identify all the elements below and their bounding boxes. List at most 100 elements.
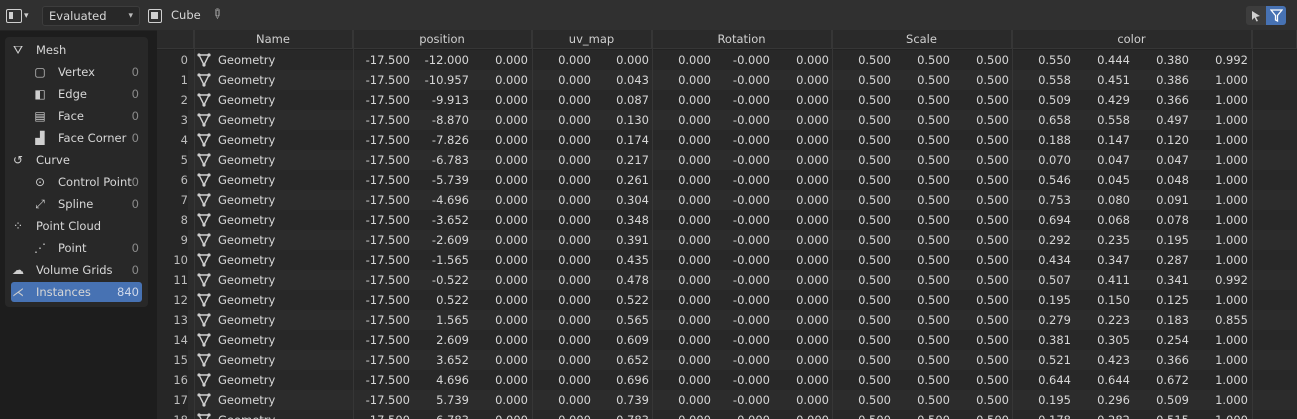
- column-divider[interactable]: [194, 30, 195, 419]
- column-header[interactable]: Rotation: [652, 30, 832, 49]
- table-cell: -1.565: [431, 253, 469, 267]
- spreadsheet-table: Name position uv_map Rotation Scale color 0 Geo…: [157, 30, 1297, 419]
- table-row: 4 Geometry -17.500 -7.826 0.000 0.000 0.174 0.0…: [157, 130, 1297, 150]
- table-cell: 0.000: [495, 333, 528, 347]
- table-cell: -17.500: [365, 373, 410, 387]
- table-cell: -17.500: [365, 293, 410, 307]
- table-cell: 0.000: [796, 393, 829, 407]
- table-cell: 0.500: [858, 73, 891, 87]
- row-index: 15: [157, 350, 188, 370]
- table-cell: 0.304: [616, 193, 649, 207]
- table-cell: 0.381: [1038, 333, 1071, 347]
- table-cell: 0.000: [796, 253, 829, 267]
- table-cell: 0.783: [589, 410, 649, 419]
- row-index: 18: [157, 410, 188, 419]
- table-cell: 0.000: [558, 193, 591, 207]
- column-header[interactable]: color: [1012, 30, 1252, 49]
- table-cell: 0.500: [976, 173, 1009, 187]
- column-header[interactable]: uv_map: [532, 30, 652, 49]
- sidebar-item-vertex[interactable]: ▢ Vertex 0: [5, 62, 148, 82]
- table-row: 2 Geometry -17.500 -9.913 0.000 0.000 0.087 0.0…: [157, 90, 1297, 110]
- table-cell: 0.000: [558, 393, 591, 407]
- table-cell: -17.500: [365, 353, 410, 367]
- table-cell: 0.672: [1156, 373, 1189, 387]
- table-cell: 0.451: [1097, 73, 1130, 87]
- table-cell: -0.000: [732, 393, 770, 407]
- row-index: 10: [157, 250, 188, 270]
- table-cell: 0.500: [917, 293, 950, 307]
- sidebar-item-point-cloud[interactable]: ⁘ Point Cloud: [5, 216, 148, 236]
- table-cell: 0.000: [678, 293, 711, 307]
- table-row: 13 Geometry -17.500 1.565 0.000 0.000 0.565 0.0…: [157, 310, 1297, 330]
- table-cell: 0.739: [616, 393, 649, 407]
- filter-toggle[interactable]: [1266, 6, 1286, 25]
- table-cell: 0.047: [1097, 153, 1130, 167]
- table-cell: 0.000: [495, 213, 528, 227]
- table-cell: 1.000: [1215, 353, 1248, 367]
- table-row: 6 Geometry -17.500 -5.739 0.000 0.000 0.261 0.0…: [157, 170, 1297, 190]
- table-cell: 0.000: [796, 193, 829, 207]
- table-cell: 0.423: [1097, 353, 1130, 367]
- sidebar-item-control-point[interactable]: ⊙ Control Point 0: [5, 172, 148, 192]
- table-cell: 0.217: [616, 153, 649, 167]
- column-header[interactable]: Name: [194, 30, 353, 49]
- table-cell: 0.500: [858, 93, 891, 107]
- table-cell: -17.500: [365, 113, 410, 127]
- column-header[interactable]: position: [353, 30, 532, 49]
- table-cell: 0.000: [495, 293, 528, 307]
- instance-name: Geometry: [218, 273, 276, 287]
- table-cell: 0.000: [558, 113, 591, 127]
- instance-name: Geometry: [218, 153, 276, 167]
- sidebar-item-mesh[interactable]: ⛛ Mesh: [5, 40, 148, 60]
- column-divider[interactable]: [1252, 30, 1253, 419]
- table-cell: 0.855: [1215, 313, 1248, 327]
- table-cell: 0.045: [1097, 173, 1130, 187]
- column-divider[interactable]: [1012, 30, 1013, 419]
- sidebar-item-volume-grids[interactable]: ☁ Volume Grids 0: [5, 260, 148, 280]
- sidebar-item-instances[interactable]: ⋌ Instances 840: [11, 282, 142, 302]
- table-cell: 0.188: [1038, 133, 1071, 147]
- table-cell: 0.652: [616, 353, 649, 367]
- evaluation-mode-dropdown[interactable]: Evaluated ▾: [42, 6, 140, 26]
- table-cell: 0.000: [678, 213, 711, 227]
- table-cell: 0.500: [858, 53, 891, 67]
- geometry-nodes-icon: [197, 173, 211, 187]
- table-cell: 0.000: [558, 173, 591, 187]
- vertex-icon: ▢: [34, 65, 46, 79]
- table-cell: -17.500: [365, 73, 410, 87]
- table-cell: 0.429: [1097, 93, 1130, 107]
- sidebar-item-spline[interactable]: ⤢ Spline 0: [5, 194, 148, 214]
- table-cell: 0.500: [976, 153, 1009, 167]
- table-cell: 0.000: [558, 373, 591, 387]
- column-divider[interactable]: [832, 30, 833, 419]
- sidebar-item-point[interactable]: ⋰ Point 0: [5, 238, 148, 258]
- sidebar-item-curve[interactable]: ↺ Curve: [5, 150, 148, 170]
- table-cell: 0.500: [917, 133, 950, 147]
- sidebar-item-edge[interactable]: ◧ Edge 0: [5, 84, 148, 104]
- table-cell: 0.195: [1038, 393, 1071, 407]
- column-divider[interactable]: [652, 30, 653, 419]
- selected-only-toggle[interactable]: [1246, 6, 1266, 25]
- column-divider[interactable]: [353, 30, 354, 419]
- table-cell: 0.000: [796, 273, 829, 287]
- sidebar-item-face-corner[interactable]: ▟ Face Corner 0: [5, 128, 148, 148]
- table-cell: 0.000: [796, 213, 829, 227]
- pin-icon[interactable]: ✎: [207, 5, 225, 23]
- column-divider[interactable]: [532, 30, 533, 419]
- face-corner-icon: ▟: [35, 131, 45, 145]
- column-header[interactable]: Scale: [832, 30, 1012, 49]
- table-cell: 0.000: [796, 113, 829, 127]
- table-row: 14 Geometry -17.500 2.609 0.000 0.000 0.609 0.0…: [157, 330, 1297, 350]
- table-cell: 0.000: [796, 53, 829, 67]
- editor-type-button[interactable]: ▾: [6, 6, 38, 26]
- header-filler: [1252, 30, 1297, 49]
- geometry-nodes-icon: [197, 73, 211, 87]
- sidebar-item-face[interactable]: ▤ Face 0: [5, 106, 148, 126]
- instance-name: Geometry: [218, 213, 276, 227]
- table-cell: -17.500: [365, 53, 410, 67]
- table-cell: -7.826: [431, 133, 469, 147]
- table-cell: 6.783: [409, 410, 469, 419]
- table-cell: 0.000: [468, 410, 528, 419]
- table-cell: 0.287: [1156, 253, 1189, 267]
- instance-name: Geometry: [218, 73, 276, 87]
